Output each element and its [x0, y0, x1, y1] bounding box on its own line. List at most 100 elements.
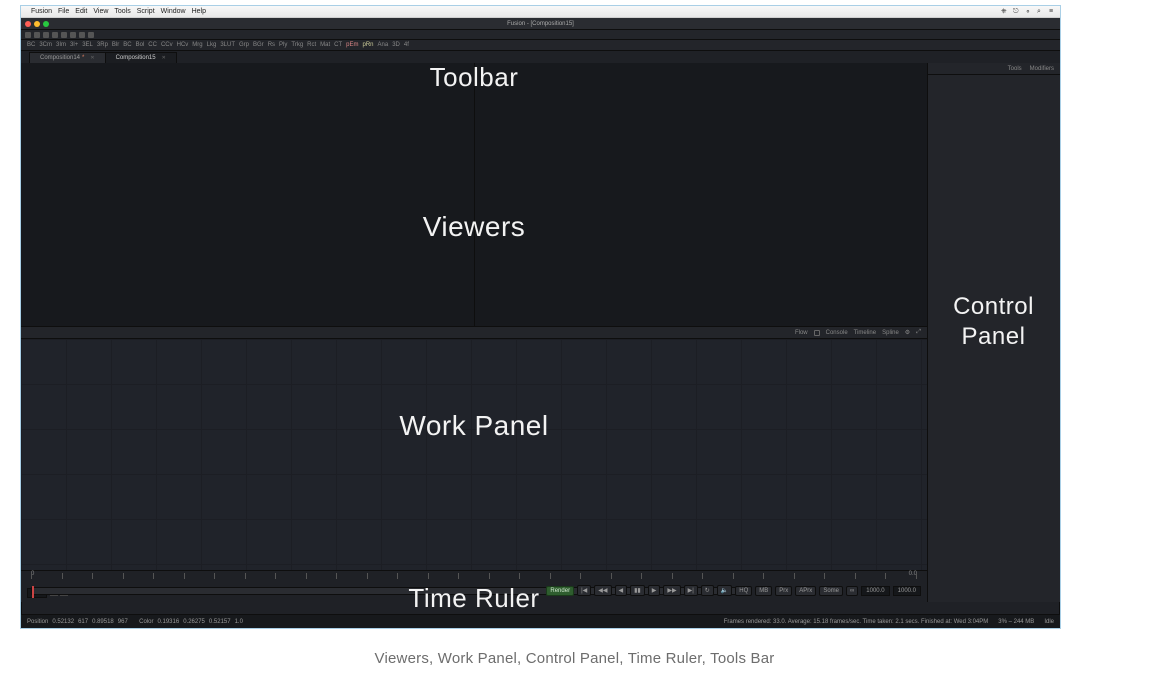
tool-item[interactable]: Mrg: [192, 42, 202, 48]
tool-item[interactable]: 3LUT: [220, 42, 235, 48]
expand-icon[interactable]: ⤢: [916, 329, 921, 336]
menu-script[interactable]: Script: [137, 8, 155, 15]
time-ruler: 0 0.0 0.0 Rend: [21, 570, 927, 602]
status-pos-x: 0.52132: [52, 619, 74, 625]
save-icon[interactable]: [43, 32, 49, 38]
search-icon[interactable]: ⌕: [1037, 8, 1044, 15]
close-tab-icon[interactable]: ✕: [162, 55, 166, 61]
step-fwd-button[interactable]: ▶▶: [663, 585, 680, 596]
playhead[interactable]: [32, 586, 34, 598]
tool-item[interactable]: Grp: [239, 42, 249, 48]
wifi-icon[interactable]: ⚬: [1025, 8, 1032, 15]
status-render-info: Frames rendered: 33.0. Average: 15.18 fr…: [724, 619, 989, 625]
prx-toggle[interactable]: Prx: [775, 586, 792, 596]
menu-window[interactable]: Window: [161, 8, 186, 15]
tool-item[interactable]: Bol: [136, 42, 145, 48]
tool-item[interactable]: Mat: [320, 42, 330, 48]
tool-item[interactable]: 3l+: [70, 42, 78, 48]
zoom-button[interactable]: [43, 21, 49, 27]
close-button[interactable]: [25, 21, 31, 27]
tool-item[interactable]: 3EL: [82, 42, 93, 48]
control-panel-body[interactable]: [928, 75, 1060, 602]
undo-icon[interactable]: [52, 32, 58, 38]
comp-tab[interactable]: Composition15✕: [105, 52, 177, 63]
stop-button[interactable]: ▮▮: [630, 585, 645, 596]
work-panel[interactable]: [21, 339, 927, 570]
tool-item[interactable]: 3D: [392, 42, 400, 48]
work-tab-flow[interactable]: Flow: [795, 330, 808, 336]
menu-edit[interactable]: Edit: [75, 8, 87, 15]
work-tab-spline[interactable]: Spline: [882, 330, 899, 336]
tool-item[interactable]: BC: [27, 42, 35, 48]
status-pos-h: 967: [118, 619, 128, 625]
tool-item[interactable]: CCv: [161, 42, 173, 48]
work-tab-timeline[interactable]: Timeline: [854, 330, 876, 336]
new-icon[interactable]: [25, 32, 31, 38]
play-rev-button[interactable]: ◀: [615, 585, 628, 596]
status-color-b: 0.52157: [209, 619, 231, 625]
go-end-button[interactable]: ▶|: [684, 585, 698, 596]
work-tab-console[interactable]: Console: [826, 330, 848, 336]
play-fwd-button[interactable]: ▶: [648, 585, 661, 596]
tool-item[interactable]: CC: [148, 42, 157, 48]
loop-button[interactable]: ↻: [701, 585, 714, 596]
tool-item[interactable]: 3Cm: [39, 42, 52, 48]
menu-tools[interactable]: Tools: [114, 8, 130, 15]
file-toolbar: [21, 30, 1060, 40]
comp-tab[interactable]: Composition14*✕: [29, 52, 106, 63]
render-button[interactable]: Render: [546, 586, 574, 596]
open-icon[interactable]: [34, 32, 40, 38]
viewer-right[interactable]: [474, 63, 928, 326]
tool-item[interactable]: pRn: [363, 42, 374, 48]
inf-toggle[interactable]: ∞: [846, 586, 858, 596]
time-out-field[interactable]: 1000.0: [861, 586, 889, 596]
tool-item[interactable]: Ply: [279, 42, 287, 48]
menubar-status-icon[interactable]: ⎋: [1013, 8, 1020, 15]
traffic-lights: [25, 21, 49, 27]
menu-fusion[interactable]: Fusion: [31, 8, 52, 15]
time-total-field[interactable]: 1000.0: [893, 586, 921, 596]
go-start-button[interactable]: |◀: [577, 585, 591, 596]
menubar-status-icon[interactable]: ⎈: [1001, 8, 1008, 15]
status-color-label: Color: [139, 619, 153, 625]
tool-item[interactable]: Blr: [112, 42, 119, 48]
viewer-left[interactable]: [21, 63, 474, 326]
tool-item[interactable]: HCv: [177, 42, 189, 48]
tool-item[interactable]: 3Rp: [97, 42, 108, 48]
copy-icon[interactable]: [79, 32, 85, 38]
tool-item[interactable]: Rs: [268, 42, 275, 48]
cut-icon[interactable]: [70, 32, 76, 38]
tool-item[interactable]: BC: [123, 42, 131, 48]
tool-item[interactable]: Ana: [378, 42, 389, 48]
paste-icon[interactable]: [88, 32, 94, 38]
status-bar: Position 0.52132 617 0.89518 967 Color 0…: [21, 614, 1060, 628]
menu-view[interactable]: View: [93, 8, 108, 15]
menu-icon[interactable]: ≡: [1049, 8, 1056, 15]
step-back-button[interactable]: ◀◀: [594, 585, 611, 596]
minimize-button[interactable]: [34, 21, 40, 27]
aprx-toggle[interactable]: APrx: [795, 586, 816, 596]
tool-item[interactable]: Trkg: [291, 42, 303, 48]
menu-help[interactable]: Help: [192, 8, 206, 15]
tool-item[interactable]: Lkg: [207, 42, 217, 48]
some-toggle[interactable]: Some: [819, 586, 843, 596]
menu-file[interactable]: File: [58, 8, 69, 15]
close-tab-icon[interactable]: ✕: [90, 55, 94, 61]
mb-toggle[interactable]: MB: [755, 586, 772, 596]
speaker-icon[interactable]: 🔈: [717, 585, 732, 596]
tool-item[interactable]: 3Im: [56, 42, 66, 48]
lock-icon[interactable]: [814, 330, 820, 336]
tool-item[interactable]: CT: [334, 42, 342, 48]
window-title: Fusion - [Composition15]: [507, 21, 574, 27]
redo-icon[interactable]: [61, 32, 67, 38]
tool-item[interactable]: BGr: [253, 42, 264, 48]
control-tab-tools[interactable]: Tools: [1008, 66, 1022, 72]
tool-item[interactable]: pEm: [346, 42, 358, 48]
tools-bar: BC 3Cm 3Im 3l+ 3EL 3Rp Blr BC Bol CC CCv…: [21, 40, 1060, 51]
hq-toggle[interactable]: HQ: [735, 586, 752, 596]
gear-icon[interactable]: ⚙: [905, 329, 910, 336]
control-tab-modifiers[interactable]: Modifiers: [1030, 66, 1054, 72]
mac-menubar: Fusion File Edit View Tools Script Windo…: [21, 6, 1060, 18]
tool-item[interactable]: 4f: [404, 42, 409, 48]
tool-item[interactable]: Rct: [307, 42, 316, 48]
